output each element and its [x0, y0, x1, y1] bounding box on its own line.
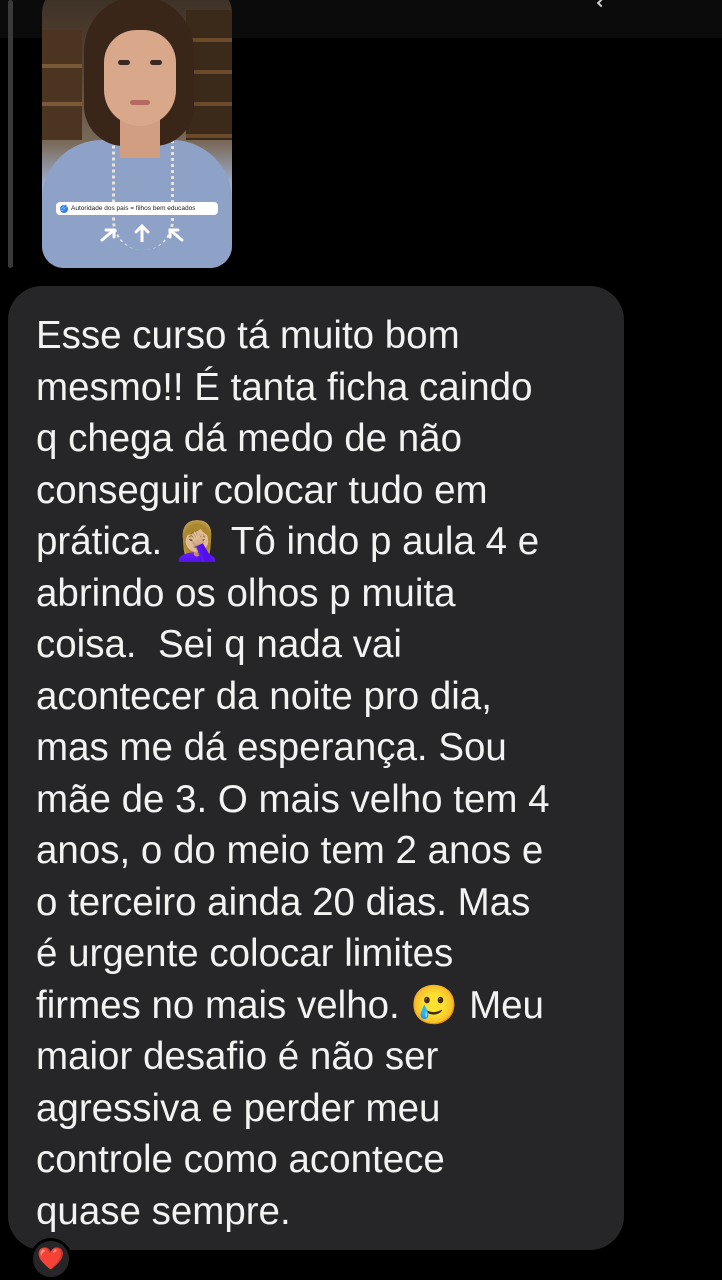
message-text: Esse curso tá muito bom mesmo!! É tanta …	[36, 314, 550, 1233]
message-bubble[interactable]: Esse curso tá muito bom mesmo!! É tanta …	[8, 286, 624, 1250]
arrow-up-icon	[134, 223, 150, 242]
heart-reaction-icon[interactable]: ❤️	[30, 1238, 72, 1280]
mouth	[130, 100, 150, 105]
link-icon: 🔗	[60, 204, 68, 213]
chevron-icon	[596, 0, 606, 8]
face	[104, 30, 176, 126]
story-caption-text: Autoridade dos pais = filhos bem educado…	[71, 205, 196, 212]
reply-indicator-line	[8, 0, 13, 268]
story-reply-preview[interactable]: 🔗 Autoridade dos pais = filhos bem educa…	[42, 0, 232, 268]
arrow-left-icon	[100, 228, 116, 242]
arrow-right-icon	[168, 228, 184, 242]
right-eye	[150, 60, 162, 65]
arrow-stickers	[100, 223, 184, 242]
left-eye	[118, 60, 130, 65]
story-caption-sticker: 🔗 Autoridade dos pais = filhos bem educa…	[56, 202, 218, 215]
bookshelf-left	[42, 30, 82, 140]
